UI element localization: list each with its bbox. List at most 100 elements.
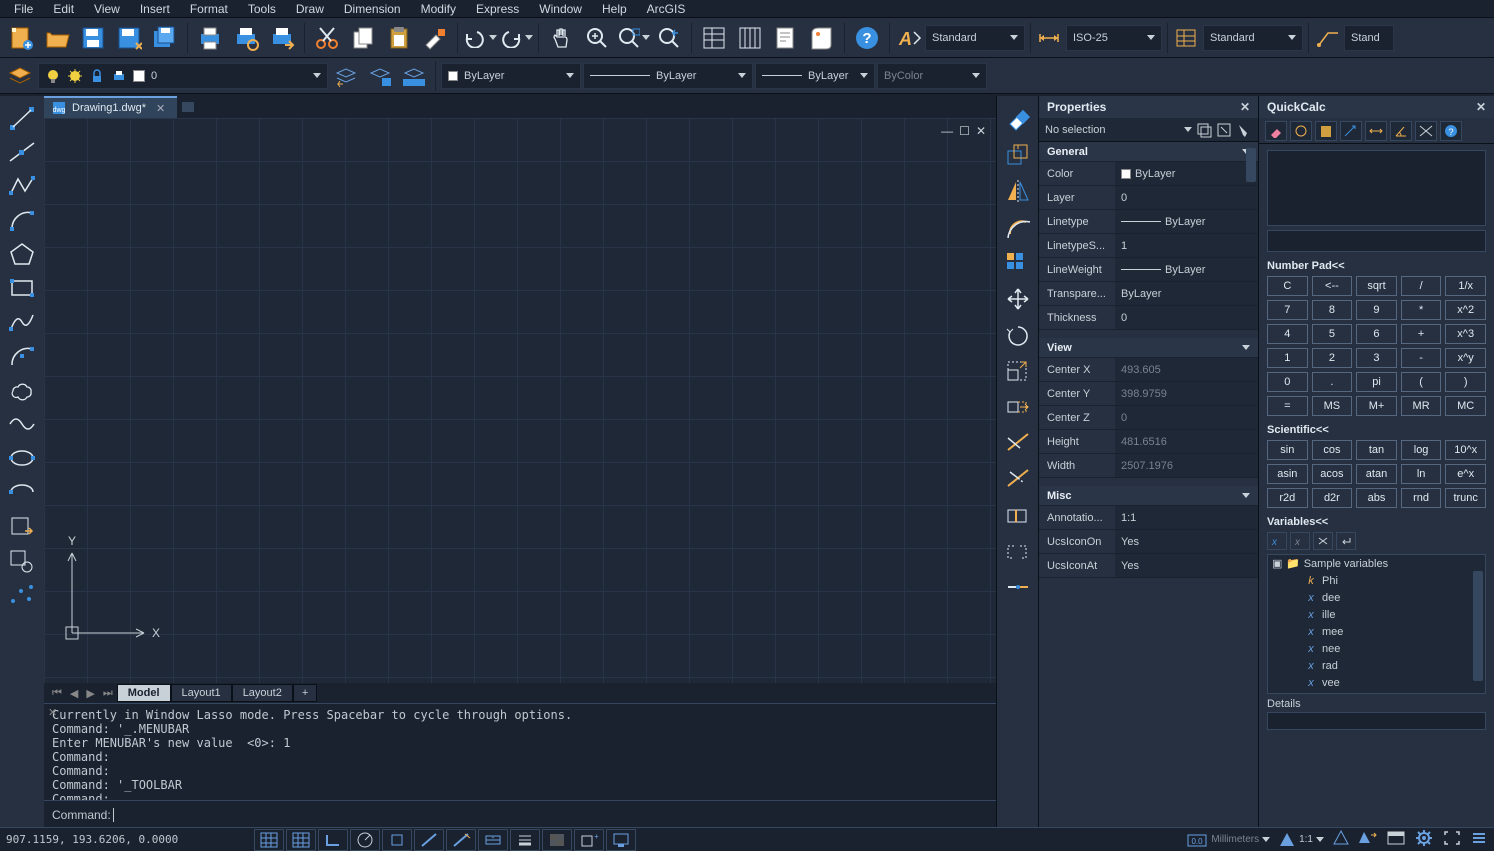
- undo-dropdown-icon[interactable]: [489, 35, 497, 40]
- mirror-tool[interactable]: [1000, 174, 1036, 208]
- property-value[interactable]: 493.605: [1115, 358, 1258, 381]
- property-row[interactable]: Layer0: [1039, 186, 1258, 210]
- command-window-close[interactable]: ✕: [44, 704, 61, 721]
- properties-panel-body[interactable]: GeneralColorByLayerLayer0LinetypeByLayer…: [1039, 142, 1258, 827]
- calc-key-[interactable]: +: [1401, 324, 1442, 344]
- calc-key-sin[interactable]: sin: [1267, 440, 1308, 460]
- arc-tool[interactable]: [4, 204, 40, 236]
- calc-key-C[interactable]: C: [1267, 276, 1308, 296]
- calc-key-log[interactable]: log: [1401, 440, 1442, 460]
- join-tool[interactable]: [1000, 570, 1036, 604]
- ellipse-arc-tool[interactable]: [4, 476, 40, 508]
- tab-nav-last[interactable]: ⏭: [99, 687, 117, 700]
- zoom-dropdown-icon[interactable]: [642, 35, 650, 40]
- spline-fit-tool[interactable]: [4, 408, 40, 440]
- calc-clear-icon[interactable]: [1265, 121, 1287, 141]
- save-button[interactable]: [76, 21, 110, 55]
- break-at-point-tool[interactable]: [1000, 498, 1036, 532]
- units-display[interactable]: 0.0Millimeters: [1186, 831, 1270, 849]
- menu-tools[interactable]: Tools: [238, 0, 286, 18]
- calc-key-7[interactable]: 7: [1267, 300, 1308, 320]
- tab-nav-first[interactable]: ⏮: [48, 687, 66, 700]
- calc-key-[interactable]: -: [1401, 348, 1442, 368]
- property-value[interactable]: 0: [1115, 186, 1258, 209]
- properties-selection-label[interactable]: No selection: [1045, 124, 1180, 136]
- zoom-realtime-button[interactable]: [580, 21, 614, 55]
- view-maximize-button[interactable]: ☐: [959, 124, 970, 138]
- calc-key-tan[interactable]: tan: [1356, 440, 1397, 460]
- calc-key-d2r[interactable]: d2r: [1312, 488, 1353, 508]
- menu-dimension[interactable]: Dimension: [334, 0, 411, 18]
- menu-arcgis[interactable]: ArcGIS: [637, 0, 696, 18]
- print-button[interactable]: [193, 21, 227, 55]
- calc-key-x3[interactable]: x^3: [1445, 324, 1486, 344]
- offset-tool[interactable]: [1000, 210, 1036, 244]
- insert-block-tool[interactable]: [4, 510, 40, 542]
- annotation-scale-display[interactable]: 1:1: [1278, 831, 1324, 849]
- fullscreen-toggle[interactable]: [1442, 829, 1462, 850]
- copy-tool[interactable]: [1000, 138, 1036, 172]
- color-combo[interactable]: ByLayer: [441, 63, 581, 89]
- calc-input[interactable]: [1267, 230, 1486, 252]
- add-layout-tab[interactable]: +: [293, 684, 317, 702]
- calc-angle-icon[interactable]: [1390, 121, 1412, 141]
- annotation-autoscale-toggle[interactable]: [1358, 829, 1378, 850]
- menu-draw[interactable]: Draw: [286, 0, 334, 18]
- calc-key-3[interactable]: 3: [1356, 348, 1397, 368]
- property-value[interactable]: Yes: [1115, 554, 1258, 577]
- menu-insert[interactable]: Insert: [130, 0, 180, 18]
- break-tool[interactable]: [1000, 534, 1036, 568]
- text-style-combo[interactable]: Standard: [925, 25, 1025, 51]
- pan-button[interactable]: [544, 21, 578, 55]
- saveas-button[interactable]: [112, 21, 146, 55]
- redo-dropdown-icon[interactable]: [525, 35, 533, 40]
- cut-button[interactable]: [310, 21, 344, 55]
- variables-details-box[interactable]: [1267, 712, 1486, 730]
- property-value[interactable]: ByLayer: [1115, 162, 1258, 185]
- calc-key-MC[interactable]: MC: [1445, 396, 1486, 416]
- calc-key-[interactable]: =: [1267, 396, 1308, 416]
- property-row[interactable]: Height481.6516: [1039, 430, 1258, 454]
- calc-key-6[interactable]: 6: [1356, 324, 1397, 344]
- undo-button[interactable]: [463, 21, 497, 55]
- var-item[interactable]: xille: [1268, 606, 1485, 623]
- calc-key-x2[interactable]: x^2: [1445, 300, 1486, 320]
- selection-cycling-toggle[interactable]: +: [574, 829, 604, 851]
- zoom-window-button[interactable]: [616, 21, 650, 55]
- property-value[interactable]: Yes: [1115, 530, 1258, 553]
- quick-select-icon[interactable]: [1236, 122, 1252, 138]
- matchprops-button[interactable]: [418, 21, 452, 55]
- property-section-header[interactable]: View: [1039, 338, 1258, 358]
- calc-key-acos[interactable]: acos: [1312, 464, 1353, 484]
- property-row[interactable]: ColorByLayer: [1039, 162, 1258, 186]
- property-value[interactable]: 0: [1115, 406, 1258, 429]
- property-row[interactable]: Width2507.1976: [1039, 454, 1258, 478]
- calc-get-coords-icon[interactable]: [1340, 121, 1362, 141]
- menu-express[interactable]: Express: [466, 0, 529, 18]
- line-tool[interactable]: [4, 102, 40, 134]
- var-delete-icon[interactable]: [1313, 532, 1333, 550]
- calc-key-xy[interactable]: x^y: [1445, 348, 1486, 368]
- var-item[interactable]: xrad: [1268, 657, 1485, 674]
- esnap-toggle[interactable]: [382, 829, 412, 851]
- property-value[interactable]: ByLayer: [1115, 282, 1258, 305]
- tab-nav-next[interactable]: ▶: [82, 687, 98, 700]
- scientific-section-title[interactable]: Scientific<<: [1259, 422, 1494, 440]
- layout2-tab[interactable]: Layout2: [232, 684, 293, 702]
- move-tool[interactable]: [1000, 282, 1036, 316]
- workspace-switch[interactable]: [1386, 829, 1406, 850]
- calc-key-[interactable]: .: [1312, 372, 1353, 392]
- trim-tool[interactable]: [1000, 426, 1036, 460]
- calc-key-9[interactable]: 9: [1356, 300, 1397, 320]
- calc-key-1x[interactable]: 1/x: [1445, 276, 1486, 296]
- property-value[interactable]: 398.9759: [1115, 382, 1258, 405]
- lineweight-combo[interactable]: ByLayer: [755, 63, 875, 89]
- calc-key-asin[interactable]: asin: [1267, 464, 1308, 484]
- calc-key-MS[interactable]: MS: [1312, 396, 1353, 416]
- calc-key-cos[interactable]: cos: [1312, 440, 1353, 460]
- polygon-tool[interactable]: [4, 238, 40, 270]
- var-return-icon[interactable]: [1336, 532, 1356, 550]
- publish-button[interactable]: [265, 21, 299, 55]
- calc-paste-icon[interactable]: [1315, 121, 1337, 141]
- menu-modify[interactable]: Modify: [411, 0, 466, 18]
